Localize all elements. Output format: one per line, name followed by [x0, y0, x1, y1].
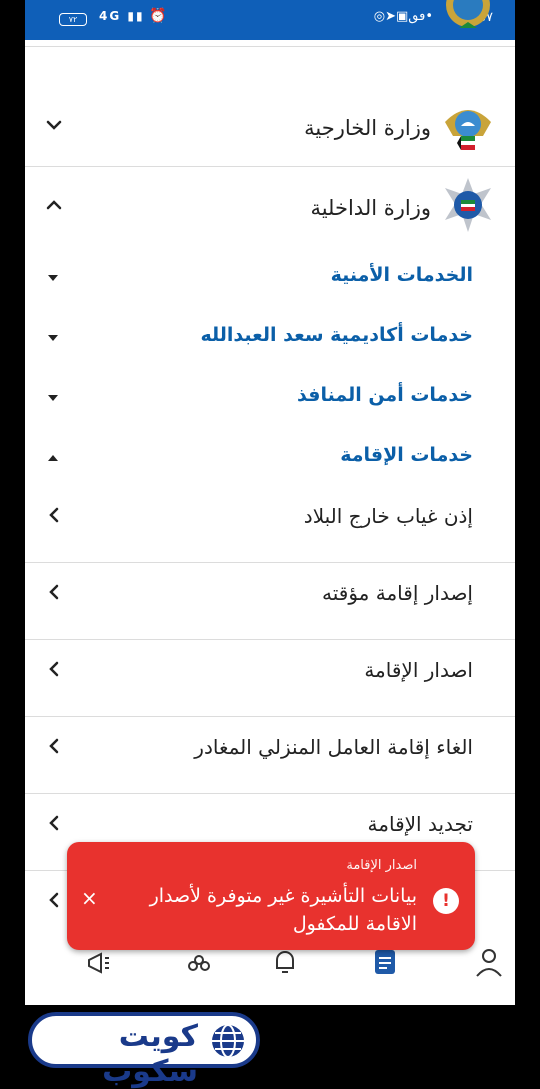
ministry-label: وزارة الداخلية — [310, 196, 431, 220]
chevron-down-icon[interactable] — [43, 114, 65, 136]
caret-down-icon — [48, 395, 58, 401]
caret-down-icon — [48, 335, 58, 341]
watermark-logo: كويت سكوب — [28, 1012, 260, 1089]
kuwait-emblem-icon — [445, 110, 491, 150]
close-toast-button[interactable]: × — [81, 886, 98, 910]
community-icon[interactable] — [183, 946, 215, 978]
section-saad-academy-services[interactable]: خدمات أكاديمية سعد العبدالله — [25, 318, 515, 358]
chevron-left-icon — [49, 584, 59, 600]
ministry-row-foreign-affairs[interactable]: وزارة الخارجية — [25, 86, 515, 167]
service-label: تجديد الإقامة — [367, 812, 473, 836]
globe-icon — [212, 1024, 244, 1058]
section-label: خدمات الإقامة — [340, 444, 473, 466]
service-label: إذن غياب خارج البلاد — [303, 504, 473, 528]
announcements-icon[interactable] — [83, 946, 115, 978]
error-toast: اصدار الإقامة بيانات التأشيرة غير متوفرة… — [67, 842, 475, 950]
toast-title: اصدار الإقامة — [346, 858, 417, 873]
kuwait-emblem-icon — [446, 0, 490, 28]
service-row-temporary-residency[interactable]: إصدار إقامة مؤقته — [25, 563, 515, 640]
chevron-left-icon — [49, 892, 59, 908]
service-row-cancel-domestic-worker[interactable]: الغاء إقامة العامل المنزلي المغادر — [25, 717, 515, 794]
ministry-label: وزارة الخارجية — [304, 116, 431, 140]
alert-icon: ! — [433, 888, 459, 914]
section-label: خدمات أمن المنافذ — [297, 384, 473, 406]
profile-icon[interactable] — [473, 946, 505, 978]
watermark-text: كويت سكوب — [102, 1019, 198, 1089]
chevron-left-icon — [49, 661, 59, 677]
caret-down-icon — [48, 275, 58, 281]
chevron-up-icon[interactable] — [43, 194, 65, 216]
section-ports-security-services[interactable]: خدمات أمن المنافذ — [25, 378, 515, 418]
caret-up-icon — [48, 455, 58, 461]
documents-icon[interactable] — [369, 946, 401, 978]
chevron-left-icon — [49, 507, 59, 523]
app-screen: ١٦:٥٧ ◎➤▣ٯٯ• ⏰ 4G ▮▮ ٧٢ وزارة الخارجية — [25, 0, 515, 1005]
service-row-issue-residency[interactable]: اصدار الإقامة — [25, 640, 515, 717]
service-label: الغاء إقامة العامل المنزلي المغادر — [194, 735, 473, 759]
section-security-services[interactable]: الخدمات الأمنية — [25, 258, 515, 298]
toast-message: بيانات التأشيرة غير متوفرة لأصدار الاقام… — [149, 885, 417, 935]
ministry-row-partial[interactable] — [25, 0, 515, 47]
police-emblem-icon — [445, 178, 491, 232]
notifications-icon[interactable] — [269, 946, 301, 978]
service-label: اصدار الإقامة — [364, 658, 473, 682]
ministry-row-interior[interactable]: وزارة الداخلية — [25, 166, 515, 246]
section-label: الخدمات الأمنية — [330, 264, 473, 286]
section-residency-services[interactable]: خدمات الإقامة — [25, 438, 515, 478]
chevron-left-icon — [49, 815, 59, 831]
service-label: إصدار إقامة مؤقته — [322, 581, 473, 605]
chevron-left-icon — [49, 738, 59, 754]
section-label: خدمات أكاديمية سعد العبدالله — [200, 324, 473, 346]
service-row-absence-permit[interactable]: إذن غياب خارج البلاد — [25, 486, 515, 563]
